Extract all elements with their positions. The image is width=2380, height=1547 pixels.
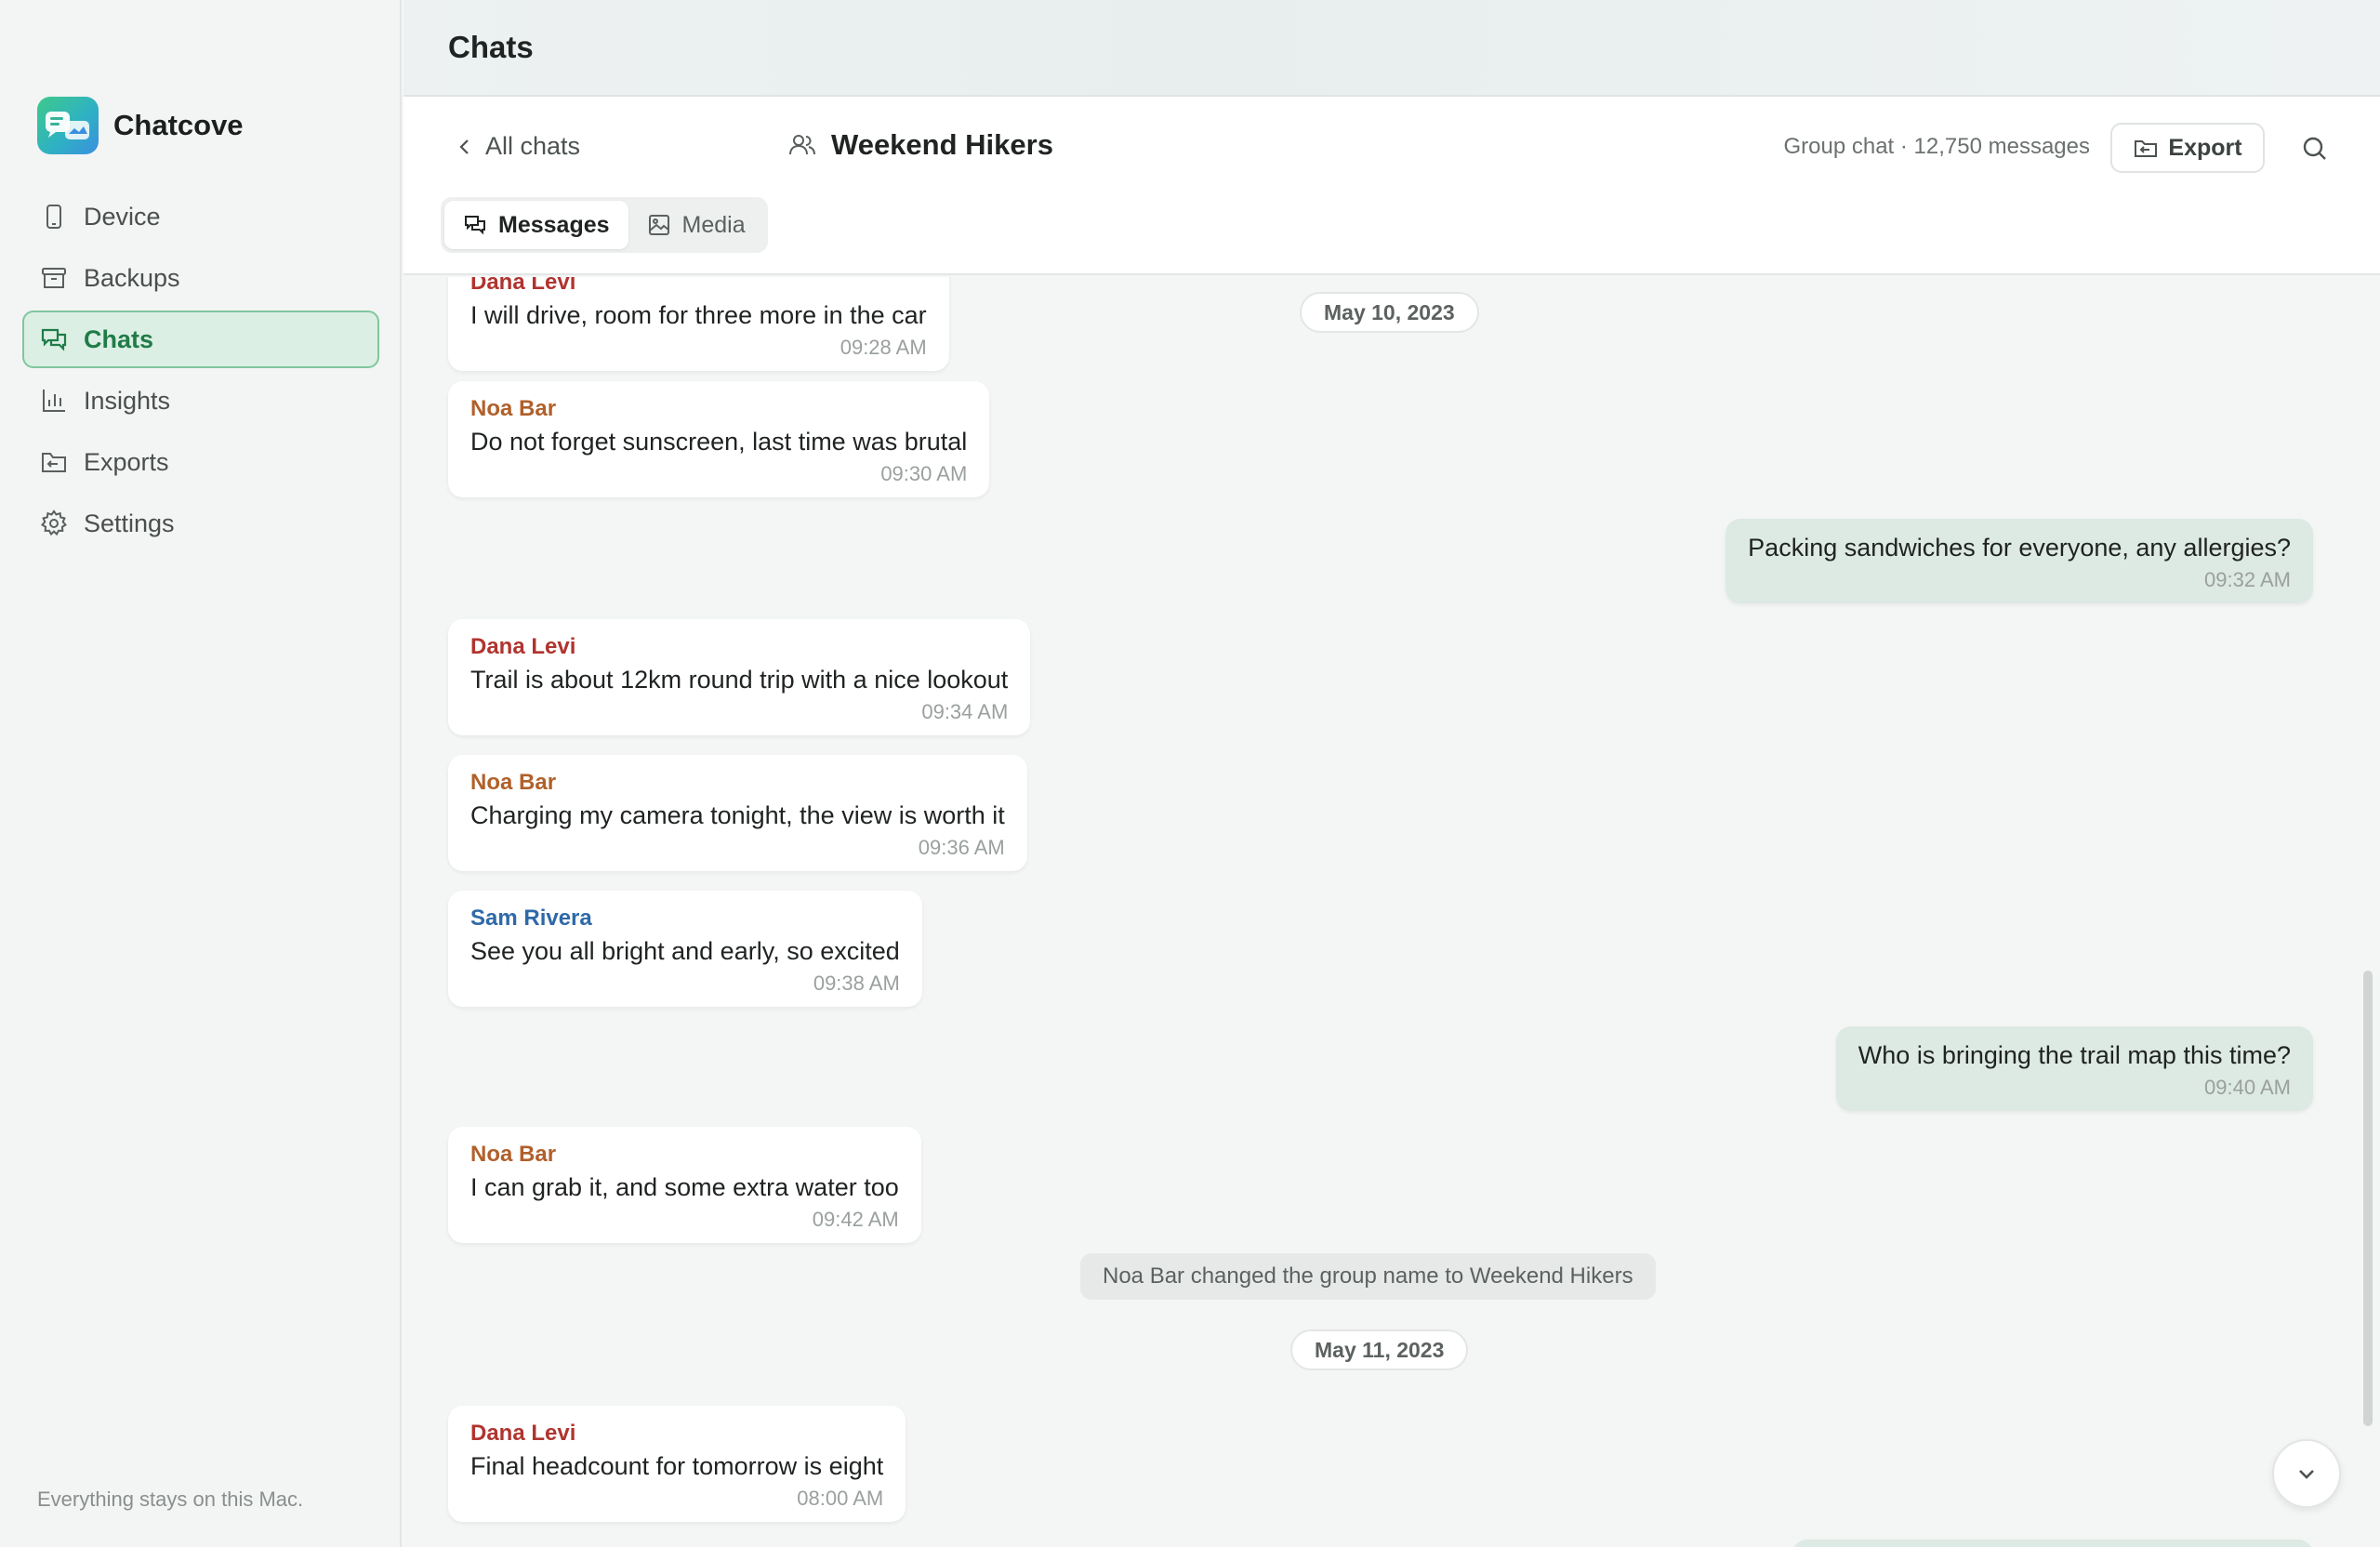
- message-time: 09:28 AM: [840, 336, 927, 359]
- message-time: 09:38 AM: [813, 972, 900, 995]
- sidebar-item-chats[interactable]: Chats: [22, 311, 379, 368]
- message-bubble[interactable]: Noa Bar Charging my camera tonight, the …: [448, 755, 1027, 871]
- chat-bubbles-icon: [41, 328, 67, 351]
- chat-tabs: Messages Media: [441, 197, 768, 253]
- message-text: Trail is about 12km round trip with a ni…: [470, 666, 1009, 694]
- export-icon: [42, 453, 66, 472]
- search-button[interactable]: [2296, 130, 2334, 167]
- sidebar-item-label: Backups: [84, 263, 180, 292]
- message-sender: Dana Levi: [470, 277, 576, 295]
- message-list[interactable]: Dana Levi I will drive, room for three m…: [403, 277, 2380, 1547]
- message-text: Do not forget sunscreen, last time was b…: [470, 428, 968, 456]
- phone-icon: [46, 205, 61, 229]
- message-sender: Noa Bar: [470, 1142, 557, 1167]
- search-icon: [2303, 137, 2326, 160]
- system-message: Noa Bar changed the group name to Weeken…: [1080, 1253, 1656, 1300]
- sidebar-item-label: Settings: [84, 509, 175, 537]
- sidebar-item-exports[interactable]: Exports: [22, 433, 379, 491]
- sidebar-item-settings[interactable]: Settings: [22, 495, 379, 552]
- chat-bubbles-icon: [465, 216, 485, 235]
- message-time: 09:42 AM: [812, 1208, 899, 1231]
- sidebar-item-backups[interactable]: Backups: [22, 249, 379, 307]
- privacy-note: Everything stays on this Mac.: [37, 1488, 304, 1511]
- tab-messages[interactable]: Messages: [444, 201, 628, 249]
- folder-export-icon: [2135, 140, 2158, 157]
- message-bubble-outgoing-clipped[interactable]: [1792, 1540, 2313, 1547]
- sidebar-item-label: Exports: [84, 447, 169, 476]
- page-title: Chats: [448, 30, 534, 64]
- chevron-left-icon: [459, 139, 469, 154]
- chat-header: All chats Weekend Hikers Group chat · 12…: [403, 97, 2380, 275]
- group-icon: [789, 135, 815, 155]
- message-list-scrollbar[interactable]: [2363, 971, 2373, 1426]
- brand: Chatcove: [37, 97, 244, 154]
- message-text: I will drive, room for three more in the…: [470, 301, 927, 329]
- message-time: 08:00 AM: [797, 1487, 884, 1510]
- archive-icon: [42, 268, 66, 288]
- chat-title: Weekend Hikers: [787, 128, 1053, 162]
- chat-meta: Group chat · 12,750 messages: [1783, 134, 2090, 159]
- message-bubble[interactable]: Dana Levi I will drive, room for three m…: [448, 277, 949, 371]
- message-text: Who is bringing the trail map this time?: [1858, 1041, 2291, 1069]
- message-sender: Noa Bar: [470, 396, 557, 421]
- message-time: 09:36 AM: [918, 836, 1005, 859]
- sidebar-item-label: Chats: [84, 324, 154, 353]
- message-sender: Dana Levi: [470, 634, 576, 659]
- title-bar: Chats: [403, 0, 2380, 97]
- message-text: Charging my camera tonight, the view is …: [470, 801, 1005, 829]
- scroll-to-bottom-button[interactable]: [2272, 1439, 2341, 1508]
- date-separator: May 10, 2023: [1300, 292, 1479, 333]
- message-bubble[interactable]: Noa Bar Do not forget sunscreen, last ti…: [448, 381, 990, 497]
- export-button[interactable]: Export: [2110, 123, 2265, 173]
- message-time: 09:30 AM: [880, 462, 968, 485]
- message-bubble[interactable]: Dana Levi Final headcount for tomorrow i…: [448, 1406, 906, 1522]
- sidebar: Chatcove Device Backups Chats Insights E…: [0, 0, 402, 1547]
- chevron-down-icon: [2299, 1470, 2314, 1479]
- back-link-label: All chats: [485, 132, 581, 160]
- sidebar-nav: Device Backups Chats Insights Exports Se…: [22, 188, 379, 556]
- gear-icon: [40, 509, 68, 536]
- message-text: See you all bright and early, so excited: [470, 937, 900, 965]
- app-name: Chatcove: [113, 109, 244, 141]
- message-sender: Dana Levi: [470, 1421, 576, 1446]
- message-text: Final headcount for tomorrow is eight: [470, 1452, 884, 1480]
- message-bubble[interactable]: Dana Levi Trail is about 12km round trip…: [448, 619, 1031, 735]
- message-time: 09:32 AM: [2204, 568, 2291, 591]
- message-time: 09:40 AM: [2204, 1076, 2291, 1099]
- tab-label: Messages: [498, 211, 610, 238]
- message-time: 09:34 AM: [921, 700, 1009, 723]
- message-bubble-outgoing[interactable]: Packing sandwiches for everyone, any all…: [1726, 519, 2313, 603]
- back-to-all-chats-link[interactable]: All chats: [454, 132, 580, 161]
- message-bubble[interactable]: Sam Rivera See you all bright and early,…: [448, 891, 922, 1007]
- message-text: I can grab it, and some extra water too: [470, 1173, 899, 1201]
- message-sender: Sam Rivera: [470, 906, 592, 931]
- chat-title-text: Weekend Hikers: [831, 128, 1053, 161]
- bar-chart-icon: [43, 390, 65, 412]
- sidebar-item-insights[interactable]: Insights: [22, 372, 379, 430]
- message-text: Packing sandwiches for everyone, any all…: [1748, 534, 2291, 562]
- tab-media[interactable]: Media: [628, 201, 764, 249]
- date-separator: May 11, 2023: [1290, 1329, 1469, 1370]
- sidebar-item-label: Insights: [84, 386, 171, 415]
- message-sender: Noa Bar: [470, 770, 557, 795]
- app-logo-icon: [37, 97, 99, 154]
- tab-label: Media: [681, 211, 746, 238]
- export-button-label: Export: [2168, 134, 2242, 161]
- message-bubble-outgoing[interactable]: Who is bringing the trail map this time?…: [1835, 1026, 2313, 1111]
- main-panel: Chats All chats Weekend Hikers Group cha…: [403, 0, 2380, 1547]
- message-bubble[interactable]: Noa Bar I can grab it, and some extra wa…: [448, 1127, 921, 1243]
- sidebar-item-label: Device: [84, 202, 161, 231]
- sidebar-item-device[interactable]: Device: [22, 188, 379, 245]
- image-icon: [648, 215, 669, 235]
